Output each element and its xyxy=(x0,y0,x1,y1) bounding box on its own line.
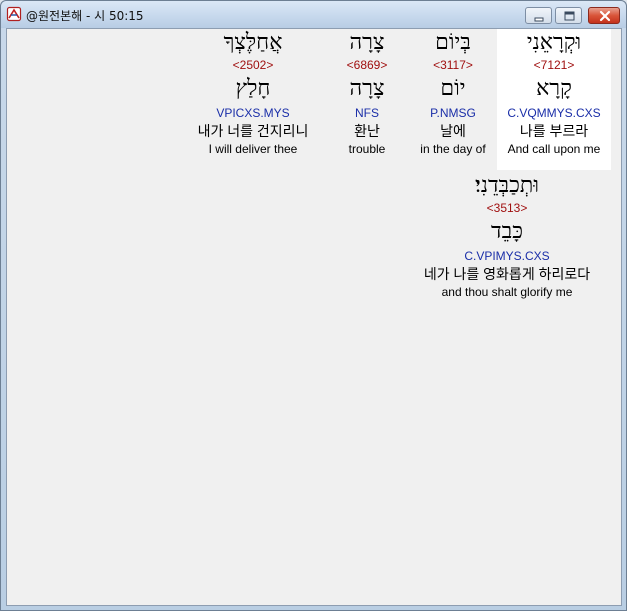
lemma-word: צָרָה xyxy=(349,76,385,101)
english-gloss: and thou shalt glorify me xyxy=(441,285,573,299)
minimize-icon xyxy=(534,17,544,22)
korean-gloss: 날에 xyxy=(440,123,466,139)
verse-panel: וּקְרָאֵנִי <7121> קָרָא C.VQMMYS.CXS 나를… xyxy=(6,28,622,606)
morphology-code: P.NMSG xyxy=(430,106,476,120)
title-bar[interactable]: @원전본해 - 시 50:15 xyxy=(1,1,626,28)
lemma-word: כָּבֵד xyxy=(491,219,523,244)
english-gloss: trouble xyxy=(348,142,386,156)
strong-number[interactable]: <7121> xyxy=(497,57,611,73)
minimize-button[interactable] xyxy=(525,7,552,24)
app-logo-icon xyxy=(6,6,22,22)
close-icon xyxy=(599,10,611,22)
korean-gloss: 내가 너를 건지리니 xyxy=(197,123,309,139)
strong-number[interactable]: <3117> xyxy=(413,57,493,73)
close-button[interactable] xyxy=(588,7,620,24)
window-title: @원전본해 - 시 50:15 xyxy=(26,9,144,23)
maximize-button[interactable] xyxy=(555,7,582,24)
hebrew-word: בְּיוֹם xyxy=(435,30,471,55)
word-block-3[interactable]: צָרָה <6869> צָרָה NFS 환난 trouble xyxy=(332,29,402,157)
word-block-2[interactable]: בְּיוֹם <3117> יוֹם P.NMSG 날에 in the day… xyxy=(413,29,493,157)
english-gloss: in the day of xyxy=(420,142,486,156)
maximize-icon xyxy=(564,11,575,21)
lemma-word: קָרָא xyxy=(536,76,572,101)
app-window: @원전본해 - 시 50:15 וּקְרָאֵנִי <7121> קָרָא… xyxy=(0,0,627,611)
word-block-1[interactable]: וּקְרָאֵנִי <7121> קָרָא C.VQMMYS.CXS 나를… xyxy=(497,29,611,170)
strong-number[interactable]: <2502> xyxy=(185,57,321,73)
strong-number[interactable]: <3513> xyxy=(402,200,612,216)
korean-gloss: 네가 나를 영화롭게 하리로다 xyxy=(423,266,591,282)
morphology-code: C.VQMMYS.CXS xyxy=(507,106,601,120)
morphology-code: NFS xyxy=(355,106,379,120)
lemma-word: יוֹם xyxy=(440,76,466,101)
morphology-code: VPICXS.MYS xyxy=(216,106,290,120)
english-gloss: I will deliver thee xyxy=(208,142,298,156)
strong-number[interactable]: <6869> xyxy=(332,57,402,73)
hebrew-word: אֲחַלֶּצְךָ xyxy=(223,30,283,55)
lemma-word: חָלַץ xyxy=(235,76,271,101)
korean-gloss: 환난 xyxy=(354,123,380,139)
morphology-code: C.VPIMYS.CXS xyxy=(464,249,550,263)
word-block-5[interactable]: וּתְכַבְּדֵנִי׃ <3513> כָּבֵד C.VPIMYS.C… xyxy=(402,172,612,300)
hebrew-word: צָרָה xyxy=(349,30,385,55)
english-gloss: And call upon me xyxy=(507,142,601,156)
korean-gloss: 나를 부르라 xyxy=(519,123,589,139)
hebrew-word: וּתְכַבְּדֵנִי׃ xyxy=(475,173,539,198)
hebrew-word: וּקְרָאֵנִי xyxy=(526,30,582,55)
word-block-4[interactable]: אֲחַלֶּצְךָ <2502> חָלַץ VPICXS.MYS 내가 너… xyxy=(185,29,321,157)
